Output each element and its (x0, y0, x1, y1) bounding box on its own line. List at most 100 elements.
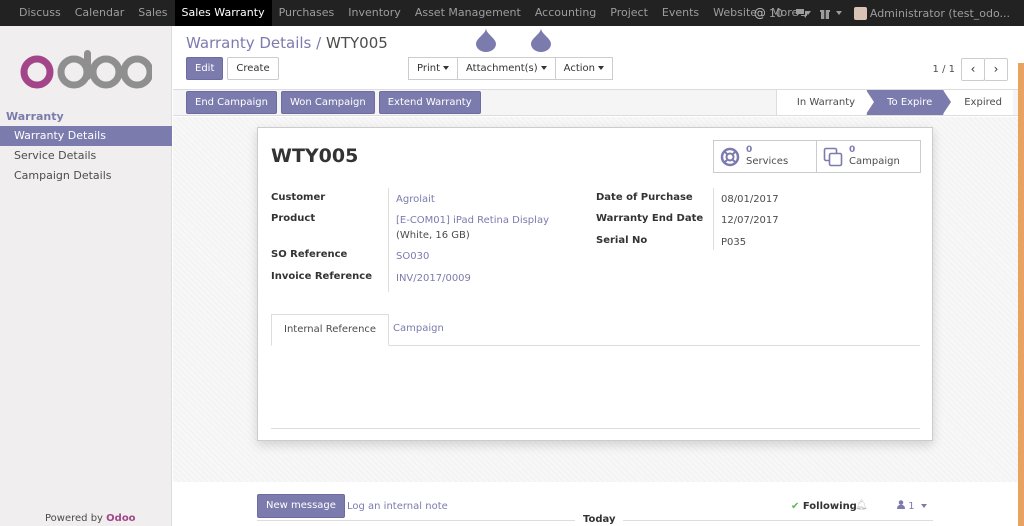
product-label: Product (271, 213, 316, 224)
sidebar-item-campaign-details[interactable]: Campaign Details (0, 166, 172, 186)
menu-discuss[interactable]: Discuss (12, 0, 68, 26)
action-dropdown[interactable]: Action (554, 57, 613, 80)
statusbar-buttons: End Campaign Won Campaign Extend Warrant… (186, 91, 481, 114)
menu-project[interactable]: Project (603, 0, 655, 26)
bell-icon[interactable]: 🔔︎ (855, 500, 868, 511)
attachments-dropdown[interactable]: Attachment(s) (457, 57, 556, 80)
smart-buttons: 0 Services 0 Campaign (713, 140, 921, 173)
so-reference-field[interactable]: SO030 (396, 250, 429, 263)
date-of-purchase-field: 08/01/2017 (721, 194, 779, 205)
sidebar-nav: Warranty Details Service Details Campaig… (0, 126, 172, 186)
attachments-label: Attachment(s) (466, 63, 538, 74)
create-button[interactable]: Create (227, 57, 279, 80)
breadcrumb: Warranty Details / WTY005 (186, 34, 388, 52)
sidebar-item-warranty-details[interactable]: Warranty Details (0, 126, 172, 146)
pager: 1 / 1 ‹ › (933, 58, 1008, 81)
powered-by-text: Powered by (45, 513, 103, 524)
invoice-reference-field[interactable]: INV/2017/0009 (396, 272, 471, 285)
pager-buttons: ‹ › (961, 58, 1008, 81)
stage-expired[interactable]: Expired (943, 90, 1013, 115)
field-divider (388, 188, 389, 292)
new-message-button[interactable]: New message (257, 494, 345, 518)
edit-button[interactable]: Edit (186, 57, 224, 80)
today-label: Today (575, 514, 624, 525)
form-sheet: WTY005 0 Services 0 Campaign Customer Agro… (257, 127, 933, 441)
breadcrumb-separator: / (316, 34, 322, 52)
messages-button[interactable] (789, 8, 814, 19)
warranty-end-date-field: 12/07/2017 (721, 215, 779, 226)
customer-label: Customer (271, 192, 326, 203)
menu-sales-warranty[interactable]: Sales Warranty (174, 0, 272, 26)
product-field[interactable]: [E-COM01] iPad Retina Display (396, 214, 549, 227)
avatar (853, 6, 867, 20)
sidebar-actions: Print Attachment(s) Action (408, 57, 613, 80)
stage-to-expire[interactable]: To Expire (866, 90, 952, 115)
lifebuoy-icon (720, 147, 740, 166)
caret-down-icon (443, 66, 450, 70)
status-stages: In Warranty To Expire Expired (775, 90, 1013, 115)
user-name: Administrator (test_odo... (869, 6, 1010, 20)
caret-down-icon (920, 504, 927, 508)
menu-calendar[interactable]: Calendar (68, 0, 131, 26)
end-campaign-button[interactable]: End Campaign (186, 91, 277, 114)
notebook-tabs: Internal Reference Campaign (271, 314, 920, 346)
product-variant: (White, 16 GB) (396, 230, 470, 241)
menu-sales[interactable]: Sales (131, 0, 174, 26)
following-button[interactable]: ✔ Following (791, 501, 857, 512)
powered-by-brand[interactable]: Odoo (106, 513, 135, 524)
won-campaign-button[interactable]: Won Campaign (280, 91, 375, 114)
print-label: Print (417, 63, 441, 74)
pager-value[interactable]: 1 / 1 (933, 64, 955, 75)
stage-in-warranty[interactable]: In Warranty (775, 90, 875, 115)
services-smart-text: 0 Services (746, 145, 788, 168)
app-menu: Discuss Calendar Sales Sales Warranty Pu… (0, 0, 818, 26)
invoice-reference-label: Invoice Reference (271, 271, 373, 282)
services-label: Services (746, 156, 789, 167)
form-statusbar: End Campaign Won Campaign Extend Warrant… (173, 89, 1018, 116)
notifications-count: 10 (768, 6, 783, 20)
check-icon: ✔ (791, 501, 800, 512)
scrollbar[interactable] (1018, 63, 1024, 526)
menu-purchases[interactable]: Purchases (272, 0, 342, 26)
pager-previous-button[interactable]: ‹ (961, 58, 985, 81)
menu-events[interactable]: Events (655, 0, 706, 26)
pager-next-button[interactable]: › (984, 58, 1008, 81)
campaign-smart-button[interactable]: 0 Campaign (817, 141, 920, 172)
systray: @ 10 Administrator (test_odo... (748, 0, 1024, 26)
user-icon (897, 500, 905, 509)
breadcrumb-parent[interactable]: Warranty Details (186, 34, 311, 52)
customer-field[interactable]: Agrolait (396, 193, 435, 206)
user-menu[interactable]: Administrator (test_odo... (848, 6, 1016, 20)
tab-campaign[interactable]: Campaign (381, 314, 456, 346)
odoo-logo[interactable] (20, 48, 152, 92)
activities-button[interactable] (814, 8, 848, 19)
tab-internal-reference[interactable]: Internal Reference (271, 314, 390, 346)
serial-no-field: P035 (721, 237, 747, 248)
top-navbar: Discuss Calendar Sales Sales Warranty Pu… (0, 0, 1024, 26)
marker-drop-icon (531, 28, 551, 52)
notifications-button[interactable]: @ 10 (748, 6, 789, 20)
log-note-link[interactable]: Log an internal note (347, 501, 448, 512)
copy-icon (823, 147, 843, 166)
marker-drop-icon (476, 28, 496, 52)
menu-accounting[interactable]: Accounting (528, 0, 603, 26)
services-smart-button[interactable]: 0 Services (714, 141, 817, 172)
record-title: WTY005 (271, 145, 359, 167)
campaign-count: 0 (849, 145, 856, 155)
main-content: Warranty Details / WTY005 Edit Create Pr… (173, 26, 1024, 526)
caret-down-icon (597, 66, 604, 70)
at-sign-icon: @ (753, 6, 766, 20)
extend-warranty-button[interactable]: Extend Warranty (378, 91, 481, 114)
caret-down-icon (540, 66, 547, 70)
campaign-label: Campaign (849, 156, 900, 167)
powered-by: Powered by Odoo (45, 513, 136, 524)
followers-dropdown[interactable]: 1 (897, 500, 927, 512)
sidebar-item-service-details[interactable]: Service Details (0, 146, 172, 166)
date-of-purchase-label: Date of Purchase (596, 192, 693, 203)
print-dropdown[interactable]: Print (408, 57, 459, 80)
menu-asset-management[interactable]: Asset Management (408, 0, 528, 26)
menu-inventory[interactable]: Inventory (341, 0, 408, 26)
sidebar: Warranty Warranty Details Service Detail… (0, 26, 172, 526)
action-label: Action (563, 63, 595, 74)
following-label: Following (802, 501, 857, 512)
